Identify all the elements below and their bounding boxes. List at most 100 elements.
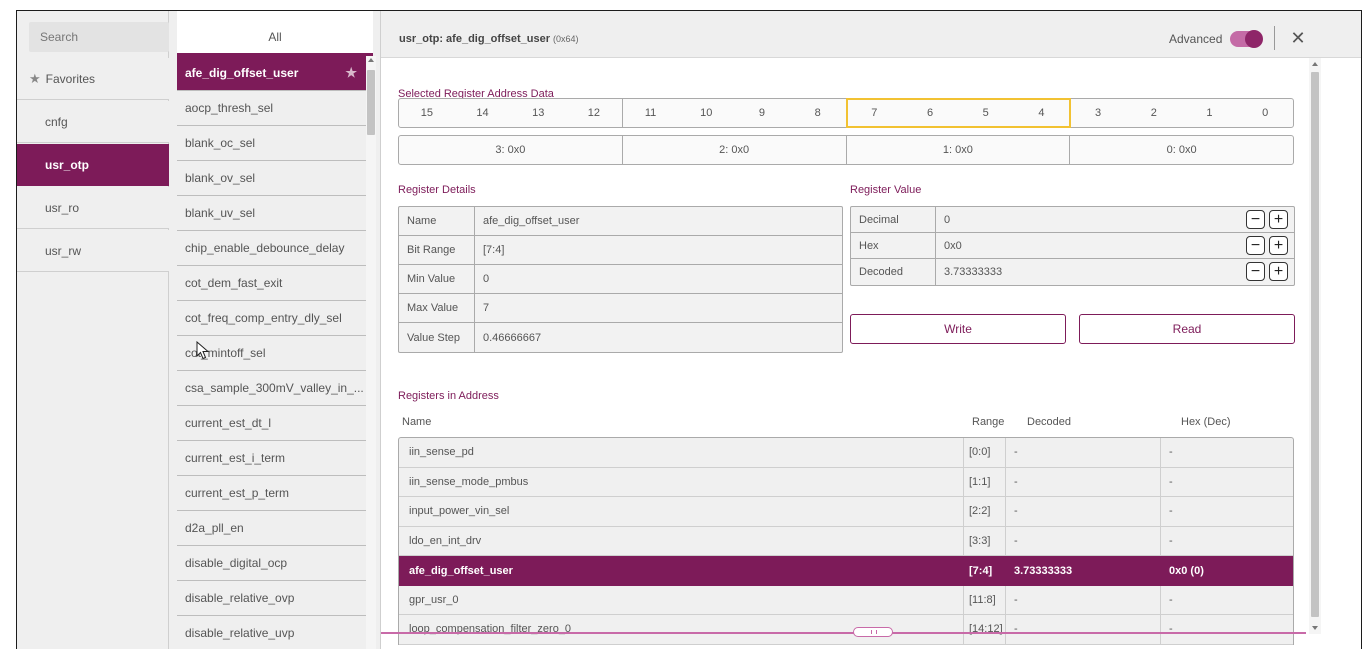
register-list-item[interactable]: csa_sample_300mV_valley_in_... bbox=[177, 371, 366, 406]
field-value-cell[interactable]: 0: 0x0 bbox=[1070, 136, 1293, 164]
bit-nibble-1[interactable]: 11 10 9 8 bbox=[623, 99, 847, 127]
column-header-hex[interactable]: Hex (Dec) bbox=[1181, 416, 1231, 428]
column-header-name[interactable]: Name bbox=[402, 416, 431, 428]
cell-hex: - bbox=[1169, 505, 1173, 518]
register-name: aocp_thresh_sel bbox=[185, 101, 274, 115]
read-button[interactable]: Read bbox=[1079, 314, 1295, 344]
field-value-cell[interactable]: 3: 0x0 bbox=[399, 136, 623, 164]
write-button[interactable]: Write bbox=[850, 314, 1066, 344]
register-name: cot_mintoff_sel bbox=[185, 346, 266, 360]
scroll-down-arrow-icon[interactable] bbox=[1312, 626, 1318, 630]
register-list-item[interactable]: chip_enable_debounce_delay bbox=[177, 231, 366, 266]
value-row-decoded: Decoded 3.73333333− + bbox=[851, 259, 1294, 285]
detail-panel-scrollbar[interactable] bbox=[1309, 58, 1321, 634]
close-icon[interactable]: ✕ bbox=[1287, 26, 1309, 50]
register-list-item[interactable]: cot_mintoff_sel bbox=[177, 336, 366, 371]
register-list-item[interactable]: current_est_p_term bbox=[177, 476, 366, 511]
scrollbar-thumb[interactable] bbox=[367, 70, 375, 135]
bit-index: 10 bbox=[700, 107, 713, 119]
register-list-item[interactable]: blank_oc_sel bbox=[177, 126, 366, 161]
category-label: cnfg bbox=[45, 114, 68, 129]
table-row[interactable]: input_power_vin_sel [2:2] - - bbox=[399, 497, 1293, 527]
favorite-star-icon[interactable]: ★ bbox=[345, 65, 357, 81]
category-item-usr-otp[interactable]: usr_otp bbox=[17, 144, 169, 186]
bit-nibble-2[interactable]: 7 6 5 4 bbox=[845, 98, 1072, 128]
category-label: usr_ro bbox=[45, 200, 80, 215]
table-row[interactable]: afe_dig_offset_user [7:4] 3.73333333 0x0 (0… bbox=[399, 556, 1293, 586]
register-list-item[interactable]: cot_dem_fast_exit bbox=[177, 266, 366, 301]
register-list-item[interactable]: current_est_i_term bbox=[177, 441, 366, 476]
category-item-usr-rw[interactable]: usr_rw bbox=[17, 230, 169, 272]
bit-nibble-0[interactable]: 15 14 13 12 bbox=[399, 99, 623, 127]
value-row-hex: Hex 0x0− + bbox=[851, 233, 1294, 259]
register-list-item[interactable]: afe_dig_offset_user ★ bbox=[177, 56, 366, 91]
category-item-cnfg[interactable]: cnfg bbox=[17, 101, 169, 143]
cell-hex: - bbox=[1169, 446, 1173, 459]
register-list-item[interactable]: disable_relative_ovp bbox=[177, 581, 366, 616]
toggle-knob bbox=[1245, 30, 1263, 48]
column-header-range[interactable]: Range bbox=[972, 416, 1004, 428]
bit-index: 2 bbox=[1150, 107, 1157, 119]
value-field[interactable]: 3.73333333 bbox=[936, 259, 1294, 285]
value-key: Decimal bbox=[851, 207, 936, 232]
decrement-button[interactable]: − bbox=[1246, 262, 1265, 281]
advanced-toggle[interactable] bbox=[1230, 30, 1263, 48]
bit-index-row: 15 14 13 12 11 10 9 8 7 6 5 4 3 2 1 0 bbox=[398, 98, 1294, 128]
register-name: disable_relative_ovp bbox=[185, 591, 295, 605]
advanced-label: Advanced bbox=[1169, 32, 1223, 46]
register-list-item[interactable]: cot_freq_comp_entry_dly_sel bbox=[177, 301, 366, 336]
bit-index: 13 bbox=[532, 107, 545, 119]
increment-button[interactable]: + bbox=[1269, 210, 1288, 229]
table-row[interactable]: iin_sense_pd [0:0] - - bbox=[399, 438, 1293, 468]
cell-decoded: - bbox=[1006, 467, 1161, 496]
register-title: usr_otp: afe_dig_offset_user bbox=[399, 33, 550, 45]
scrollbar-thumb[interactable] bbox=[1311, 72, 1319, 617]
increment-button[interactable]: + bbox=[1269, 262, 1288, 281]
cell-name: iin_sense_mode_pmbus bbox=[399, 467, 964, 496]
bit-nibble-3[interactable]: 3 2 1 0 bbox=[1070, 99, 1293, 127]
register-list-item[interactable]: blank_ov_sel bbox=[177, 161, 366, 196]
register-name: afe_dig_offset_user bbox=[185, 66, 299, 80]
field-value-cell[interactable]: 2: 0x0 bbox=[623, 136, 847, 164]
details-key: Min Value bbox=[399, 265, 475, 293]
decrement-button[interactable]: − bbox=[1246, 210, 1265, 229]
panel-header: usr_otp: afe_dig_offset_user (0x64) Advan… bbox=[381, 11, 1361, 58]
table-row[interactable]: loop_compensation_filter_zero_0 [14:12] - - bbox=[399, 615, 1293, 645]
register-list-item[interactable]: disable_digital_ocp bbox=[177, 546, 366, 581]
table-row[interactable]: iin_sense_mode_pmbus [1:1] - - bbox=[399, 467, 1293, 497]
register-details-table: Name afe_dig_offset_user Bit Range [7:4] Min… bbox=[398, 206, 843, 353]
category-label: Favorites bbox=[45, 71, 96, 86]
column-header-decoded[interactable]: Decoded bbox=[1027, 416, 1071, 428]
cell-hex: - bbox=[1169, 593, 1173, 606]
category-item-favorites[interactable]: ★ Favorites bbox=[17, 58, 169, 100]
cell-decoded: - bbox=[1006, 615, 1161, 644]
register-list-item[interactable]: d2a_pll_en bbox=[177, 511, 366, 546]
value-field[interactable]: 0 bbox=[936, 207, 1294, 232]
register-list-item[interactable]: blank_uv_sel bbox=[177, 196, 366, 231]
register-list-item[interactable]: aocp_thresh_sel bbox=[177, 91, 366, 126]
scroll-up-arrow-icon[interactable] bbox=[1312, 62, 1318, 66]
value-field[interactable]: 0x0 bbox=[936, 233, 1294, 258]
increment-button[interactable]: + bbox=[1269, 236, 1288, 255]
value-stepper: − + bbox=[1246, 262, 1288, 281]
register-name: disable_relative_uvp bbox=[185, 626, 295, 640]
decrement-button[interactable]: − bbox=[1246, 236, 1265, 255]
registers-in-address-table: iin_sense_pd [0:0] - - iin_sense_mode_pmbus[… bbox=[398, 437, 1294, 645]
table-row[interactable]: gpr_usr_0 [11:8] - - bbox=[399, 585, 1293, 615]
cell-decoded: 3.73333333 bbox=[1006, 556, 1161, 586]
register-name: blank_uv_sel bbox=[185, 206, 256, 220]
register-list-scrollbar[interactable] bbox=[366, 56, 376, 649]
register-list-item[interactable]: disable_relative_uvp bbox=[177, 616, 366, 649]
table-row[interactable]: ldo_en_int_drv [3:3] - - bbox=[399, 526, 1293, 556]
scroll-up-arrow-icon[interactable] bbox=[368, 58, 374, 62]
bit-index: 8 bbox=[814, 107, 821, 119]
tab-all[interactable]: All bbox=[177, 11, 373, 56]
field-value-cell[interactable]: 1: 0x0 bbox=[847, 136, 1071, 164]
cell-decoded: - bbox=[1006, 438, 1161, 467]
category-item-usr-ro[interactable]: usr_ro bbox=[17, 187, 169, 229]
splitter-drag-handle[interactable] bbox=[853, 627, 893, 637]
register-name: current_est_dt_l bbox=[185, 416, 272, 430]
register-list-item[interactable]: current_est_dt_l bbox=[177, 406, 366, 441]
register-value-title: Register Value bbox=[850, 184, 922, 196]
search-input[interactable]: Search bbox=[29, 22, 169, 52]
